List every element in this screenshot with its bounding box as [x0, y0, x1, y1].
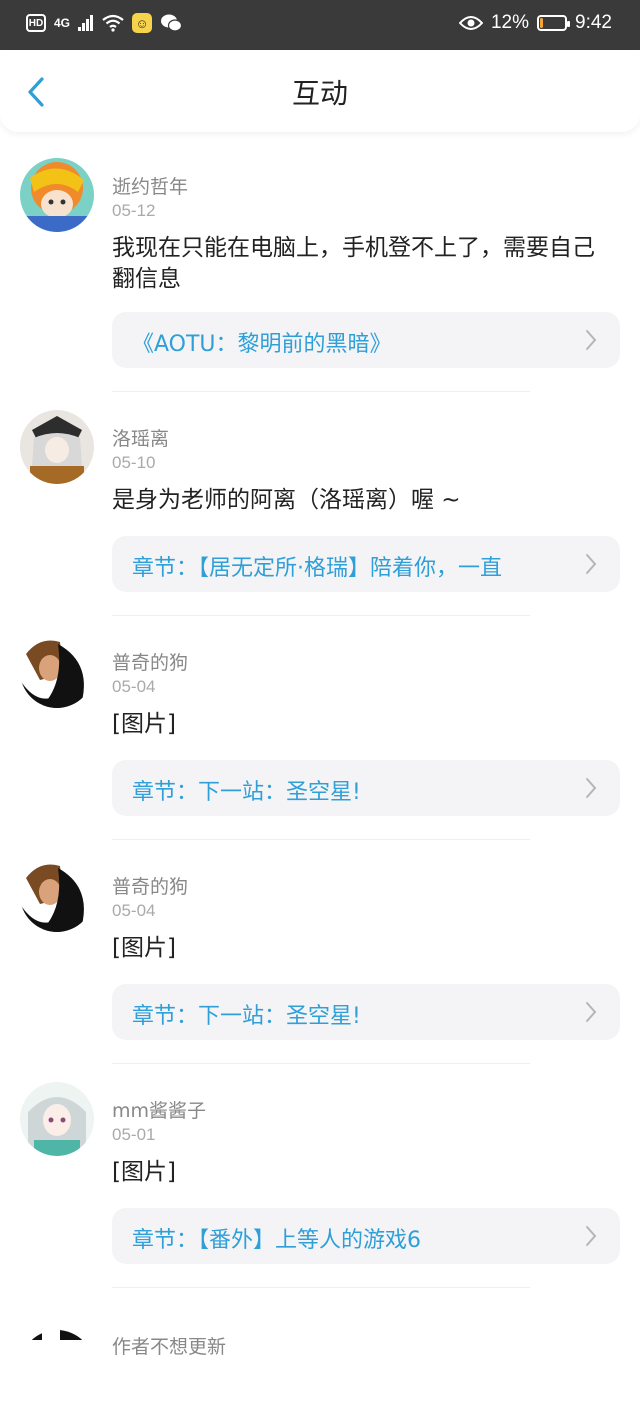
post-date: 05-01 [112, 1125, 156, 1144]
app-header: 互动 [0, 50, 640, 132]
hd-icon: HD [26, 14, 46, 32]
user-name: 作者不想更新 [112, 1336, 227, 1358]
battery-percent: 12% [490, 12, 530, 33]
status-bar: HD 4G ☺ 12% 9:42 [0, 0, 640, 50]
post-date: 05-10 [112, 453, 156, 472]
chapter-link-text: 章节：【居无定所·格瑞】陪着你，一直 [132, 556, 502, 581]
user-name: mm酱酱子 [112, 1100, 207, 1122]
clock: 9:42 [575, 12, 612, 33]
user-name: 逝约哲年 [112, 176, 189, 198]
list-item: 逝约哲年 05-12 我现在只能在电脑上，手机登不上了，需要自己翻信息 《AOT… [0, 140, 640, 392]
battery-icon [537, 15, 571, 31]
comment-text: 是身为老师的阿离（洛瑶离）喔 ~ [112, 487, 461, 513]
list-item: 洛瑶离 05-10 是身为老师的阿离（洛瑶离）喔 ~ 章节：【居无定所·格瑞】陪… [0, 392, 640, 616]
eye-icon [458, 16, 483, 30]
list-item: 普奇的狗 05-04 [图片] 章节：下一站：圣空星! [0, 840, 640, 1064]
list-item: 普奇的狗 05-04 [图片] 章节：下一站：圣空星! [0, 616, 640, 840]
post-date: 05-04 [112, 677, 156, 696]
avatar[interactable] [20, 858, 94, 932]
user-name: 普奇的狗 [112, 652, 189, 674]
app-notification-icon: ☺ [132, 13, 153, 33]
user-name: 洛瑶离 [112, 428, 170, 450]
chevron-right-icon [586, 1226, 597, 1246]
page-title: 互动 [291, 77, 348, 110]
comment-text: [图片] [112, 935, 176, 961]
chapter-link-text: 章节：【番外】上等人的游戏6 [132, 1228, 421, 1253]
chapter-link-card[interactable]: 章节：下一站：圣空星! [112, 984, 620, 1040]
work-link-card[interactable]: 《AOTU：黎明前的黑暗》 [112, 312, 620, 368]
interaction-list: 逝约哲年 05-12 我现在只能在电脑上，手机登不上了，需要自己翻信息 《AOT… [0, 140, 640, 1404]
avatar[interactable] [20, 1082, 94, 1156]
chapter-link-card[interactable]: 章节：【居无定所·格瑞】陪着你，一直 [112, 536, 620, 592]
work-link-text: 《AOTU：黎明前的黑暗》 [132, 332, 392, 357]
user-name: 普奇的狗 [112, 876, 189, 898]
post-date: 05-12 [112, 201, 156, 220]
chevron-right-icon [586, 1002, 597, 1022]
signal-icon [78, 15, 94, 31]
wechat-icon [161, 14, 183, 32]
comment-text: [图片] [112, 1159, 176, 1185]
chapter-link-text: 章节：下一站：圣空星! [132, 1004, 361, 1029]
post-date: 05-04 [112, 901, 156, 920]
chevron-right-icon [586, 554, 597, 574]
chevron-right-icon [586, 330, 597, 350]
wifi-icon [102, 14, 124, 32]
network-type: 4G [54, 16, 71, 30]
chapter-link-text: 章节：下一站：圣空星! [132, 780, 361, 805]
comment-text: 我现在只能在电脑上，手机登不上了，需要自己翻信息 [112, 235, 595, 292]
avatar[interactable] [20, 410, 94, 484]
chapter-link-card[interactable]: 章节：下一站：圣空星! [112, 760, 620, 816]
chevron-right-icon [586, 778, 597, 798]
status-right: 12% 9:42 [458, 12, 612, 34]
avatar[interactable] [20, 158, 94, 232]
chapter-link-card[interactable]: 章节：【番外】上等人的游戏6 [112, 1208, 620, 1264]
list-item: mm酱酱子 05-01 [图片] 章节：【番外】上等人的游戏6 [0, 1064, 640, 1288]
avatar[interactable] [20, 1330, 94, 1404]
comment-text: [图片] [112, 711, 176, 737]
status-left: HD 4G ☺ [26, 13, 183, 33]
avatar[interactable] [20, 634, 94, 708]
list-item: 作者不想更新 [0, 1288, 640, 1404]
